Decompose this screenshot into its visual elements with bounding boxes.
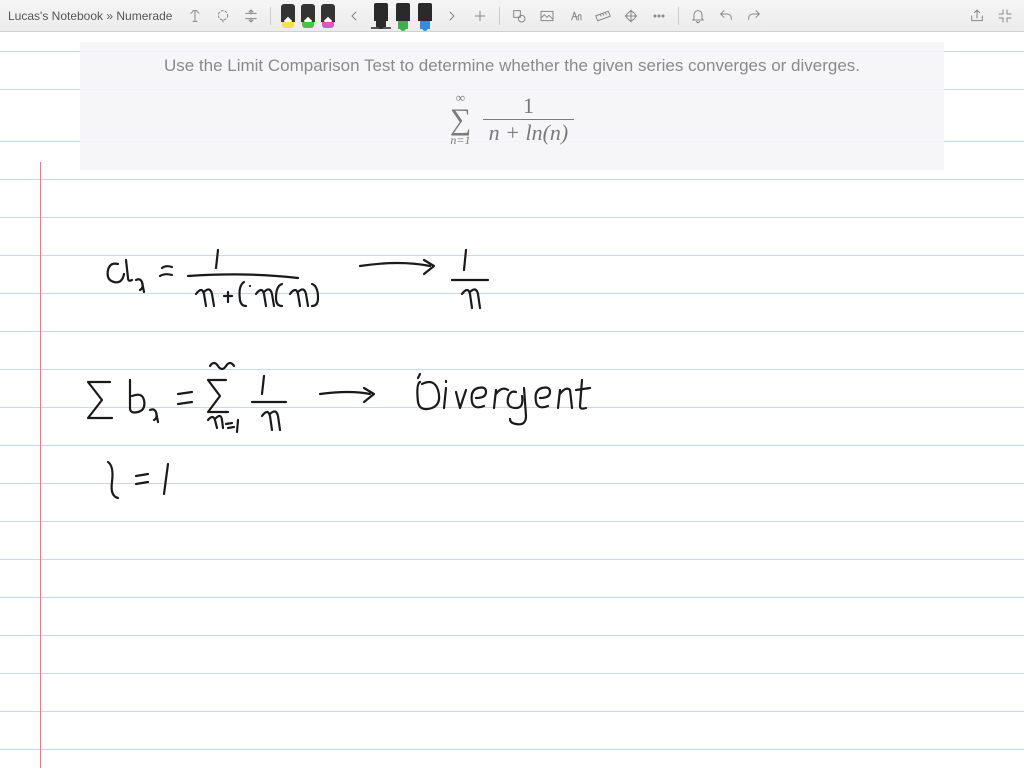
separator — [678, 7, 679, 25]
separator — [270, 7, 271, 25]
question-text: Use the Limit Comparison Test to determi… — [100, 56, 924, 76]
highlighter-green[interactable] — [299, 4, 317, 28]
text-cursor-icon[interactable] — [184, 5, 206, 27]
breadcrumb[interactable]: Lucas's Notebook » Numerade — [8, 9, 178, 23]
prev-tool-icon[interactable] — [343, 5, 365, 27]
lasso-icon[interactable] — [212, 5, 234, 27]
marker-green[interactable] — [393, 3, 413, 29]
grid-align-icon[interactable] — [620, 5, 642, 27]
marker-blue[interactable] — [415, 3, 435, 29]
more-icon[interactable] — [648, 5, 670, 27]
share-icon[interactable] — [966, 5, 988, 27]
image-icon[interactable] — [536, 5, 558, 27]
margin-line — [40, 162, 41, 768]
bell-icon[interactable] — [687, 5, 709, 27]
text-style-icon[interactable] — [564, 5, 586, 27]
insert-space-icon[interactable] — [240, 5, 262, 27]
shapes-icon[interactable] — [508, 5, 530, 27]
ruler-icon[interactable] — [592, 5, 614, 27]
separator — [499, 7, 500, 25]
question-formula: ∞ ∑ n=1 1 n + ln(n) — [450, 90, 575, 148]
marker-group — [371, 3, 435, 29]
undo-icon[interactable] — [715, 5, 737, 27]
redo-icon[interactable] — [743, 5, 765, 27]
highlighter-group — [279, 4, 337, 28]
highlighter-yellow[interactable] — [279, 4, 297, 28]
question-box: Use the Limit Comparison Test to determi… — [80, 42, 944, 170]
toolbar: Lucas's Notebook » Numerade — [0, 0, 1024, 32]
add-tool-icon[interactable] — [469, 5, 491, 27]
marker-black[interactable] — [371, 3, 391, 29]
highlighter-pink[interactable] — [319, 4, 337, 28]
breadcrumb-notebook: Lucas's Notebook — [8, 9, 103, 23]
fullscreen-exit-icon[interactable] — [994, 5, 1016, 27]
next-tool-icon[interactable] — [441, 5, 463, 27]
paper-area[interactable]: Use the Limit Comparison Test to determi… — [0, 32, 1024, 768]
breadcrumb-sep: » — [106, 9, 113, 23]
breadcrumb-page: Numerade — [116, 9, 172, 23]
